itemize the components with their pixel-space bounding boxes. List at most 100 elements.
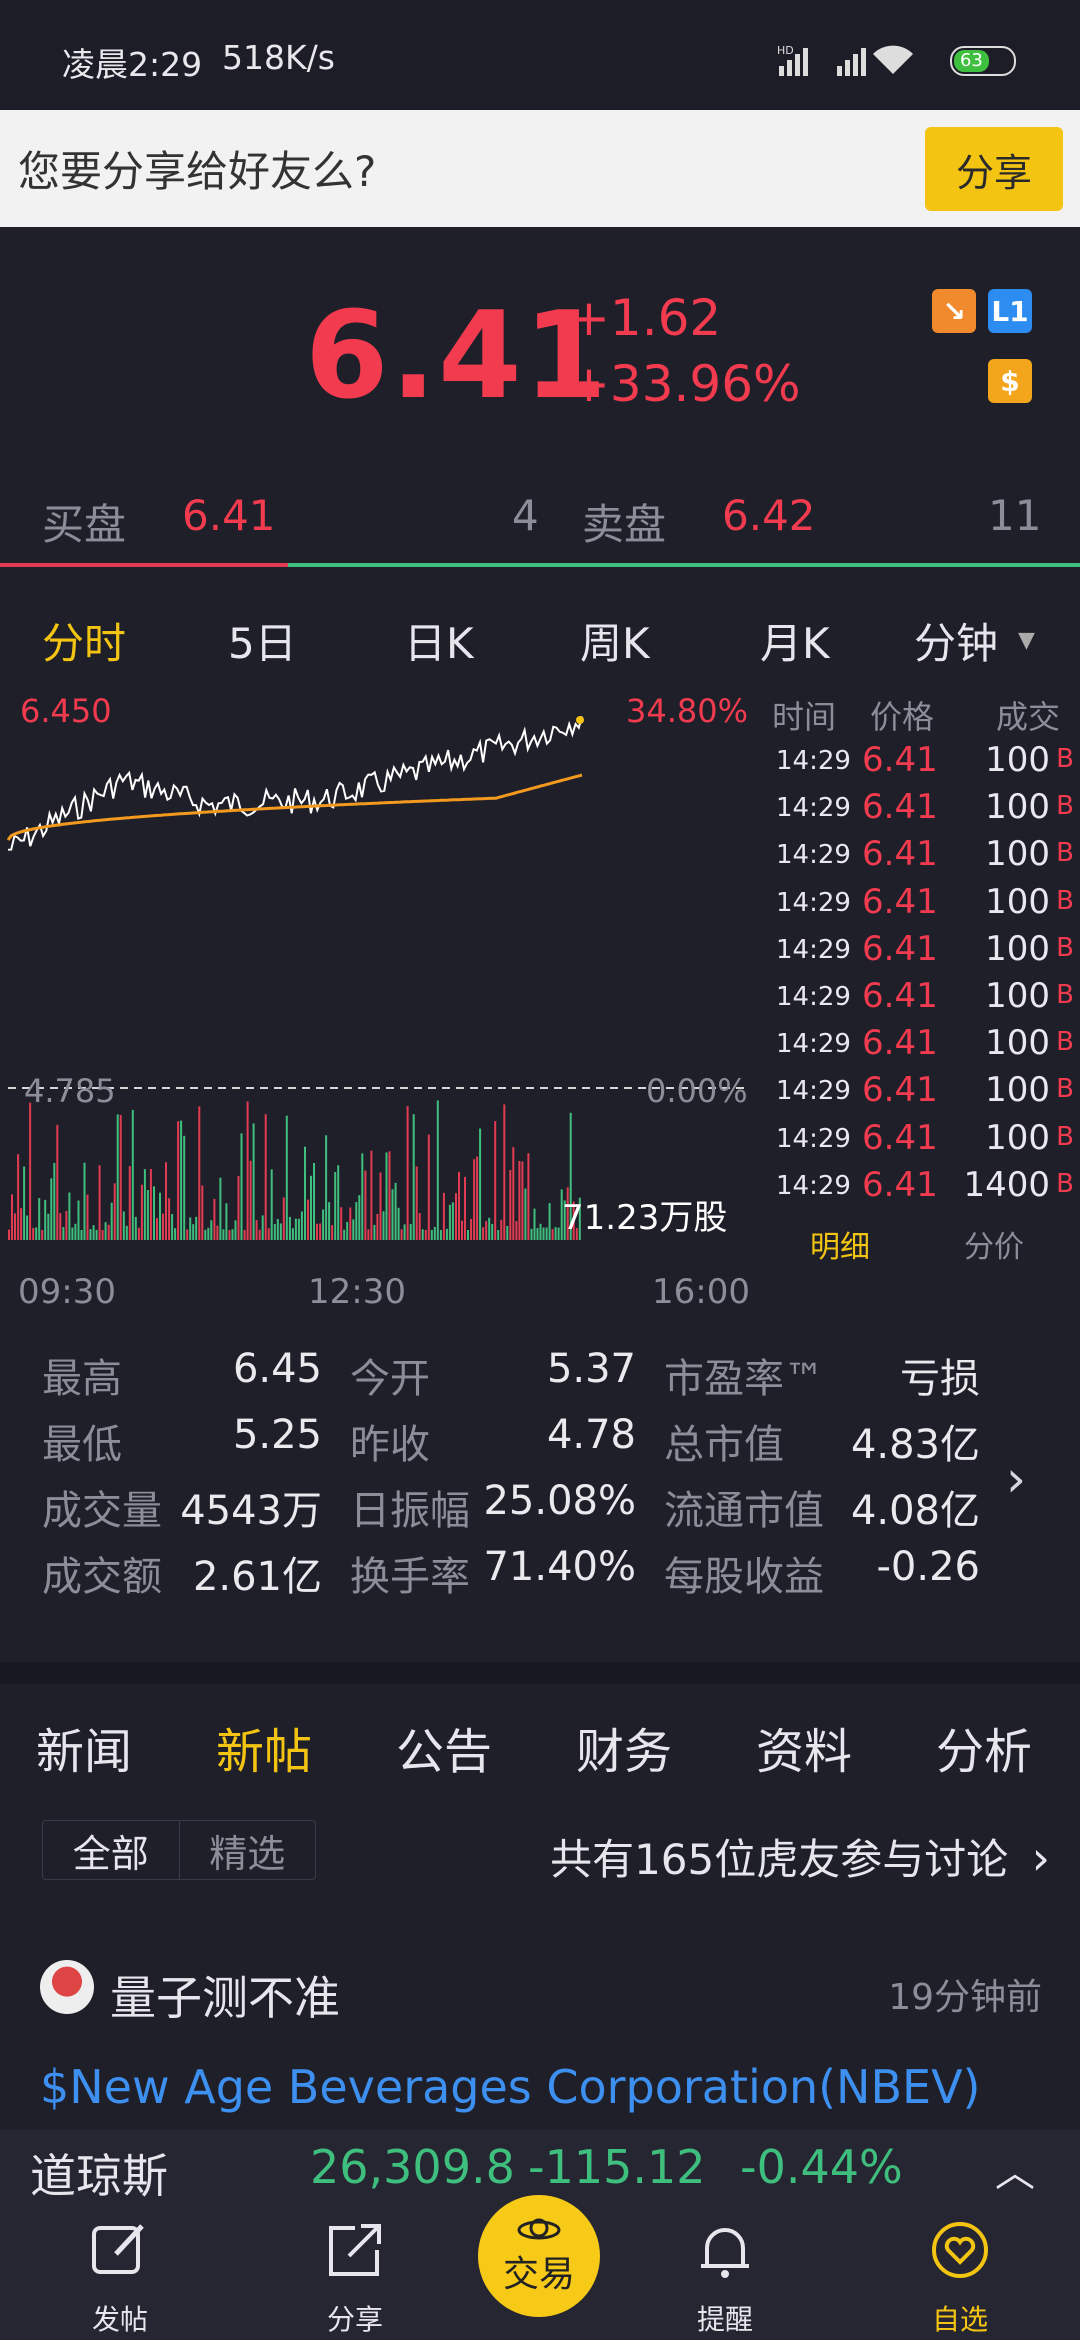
nav-share[interactable]: 分享 (275, 2202, 435, 2340)
volume-bar (171, 1214, 174, 1240)
trade-price: 6.41 (862, 787, 938, 828)
stat-value: 亏损 (900, 1356, 980, 1402)
volume-bar (421, 1229, 424, 1240)
filter-all[interactable]: 全部 (43, 1821, 180, 1879)
bid-ask-bar: 买盘 6.41 4 卖盘 6.42 11 (0, 467, 1080, 567)
tab-news[interactable]: 新闻 (36, 1712, 132, 1782)
volume-bar (41, 1230, 44, 1240)
stat-label: 换手率 (350, 1554, 470, 1600)
volume-bar (451, 1202, 454, 1240)
tab-posts[interactable]: 新帖 (216, 1712, 312, 1782)
trades-header-time: 时间 (772, 698, 837, 736)
trend-down-badge-icon[interactable]: ↘ (932, 289, 976, 333)
tab-profile[interactable]: 资料 (756, 1712, 852, 1782)
trade-row: 14:29 6.41 100 B (760, 783, 1080, 830)
heart-icon (932, 2222, 988, 2278)
tab-minute[interactable]: 分钟 (914, 610, 998, 671)
trade-row: 14:29 6.41 1400 B (760, 1161, 1080, 1208)
chevron-up-icon[interactable]: ︿ (995, 2140, 1035, 2198)
chevron-down-icon[interactable]: ▼ (1018, 628, 1035, 653)
share-bar: 您要分享给好友么? 分享 (0, 110, 1080, 227)
volume-bar (470, 1219, 473, 1240)
volume-bar (448, 1204, 451, 1240)
trade-volume: 100 (985, 1117, 1050, 1158)
chevron-right-icon[interactable]: › (1006, 1450, 1026, 1508)
tab-monthly-k[interactable]: 月K (760, 610, 830, 671)
volume-bar (83, 1162, 86, 1240)
volume-bar (388, 1151, 391, 1240)
tab-price-dist[interactable]: 分价 (964, 1222, 1024, 1266)
tab-announcements[interactable]: 公告 (396, 1712, 492, 1782)
volume-bar (316, 1223, 318, 1240)
nav-post[interactable]: 发帖 (40, 2202, 200, 2340)
volume-bar (358, 1195, 361, 1240)
volume-bar (542, 1227, 545, 1240)
share-out-icon (329, 2224, 381, 2276)
filter-segment: 全部 精选 (42, 1820, 316, 1880)
filter-featured[interactable]: 精选 (180, 1821, 316, 1879)
tab-intraday[interactable]: 分时 (42, 610, 126, 671)
dollar-badge-icon[interactable]: $ (988, 359, 1032, 403)
post-avatar-wrap[interactable] (40, 1960, 94, 2014)
volume-bar (107, 1224, 110, 1240)
volume-bar (282, 1197, 285, 1240)
bid-label: 买盘 (42, 500, 127, 549)
stats-grid[interactable]: 最高 6.45 今开 5.37 市盈率™ 亏损 最低 5.25 昨收 4.78 总市值 4.83亿 成交… (0, 1320, 1080, 1610)
trade-time: 14:29 (776, 840, 851, 871)
volume-bar (536, 1228, 539, 1240)
trade-label: 交易 (502, 2254, 575, 2295)
chart-ref-label: 4.785 (24, 1072, 116, 1110)
tab-5day[interactable]: 5日 (228, 610, 297, 671)
volume-bar (273, 1224, 276, 1240)
volume-bar (415, 1166, 418, 1240)
volume-bar (237, 1176, 240, 1240)
time-axis-end: 16:00 (652, 1272, 750, 1312)
level1-badge[interactable]: L1 (988, 289, 1032, 333)
tab-detail[interactable]: 明细 (810, 1222, 870, 1266)
trade-time: 14:29 (776, 887, 851, 918)
index-ticker[interactable]: 道琼斯 26,309.8 -115.12 -0.44% ︿ (0, 2130, 1080, 2203)
tab-financials[interactable]: 财务 (576, 1712, 672, 1782)
volume-bar (80, 1230, 83, 1240)
volume-bar (464, 1176, 466, 1240)
nav-watchlist[interactable]: 自选 (880, 2202, 1040, 2340)
volume-bar (279, 1223, 282, 1240)
trade-price: 6.41 (862, 1117, 938, 1158)
volume-bar (243, 1230, 246, 1240)
volume-bar (62, 1227, 65, 1240)
volume-bar (403, 1224, 406, 1240)
nav-alert[interactable]: 提醒 (645, 2202, 805, 2340)
price-line (7, 716, 583, 851)
volume-bar (26, 1215, 29, 1240)
volume-bar (53, 1163, 56, 1240)
volume-bar (551, 1229, 554, 1240)
stat-label: 流通市值 (664, 1488, 824, 1534)
volume-bar (59, 1213, 62, 1240)
nav-share-label: 分享 (326, 2303, 383, 2336)
tab-weekly-k[interactable]: 周K (580, 610, 650, 671)
trade-volume: 100 (985, 928, 1050, 969)
tab-analysis[interactable]: 分析 (936, 1712, 1032, 1782)
nav-alert-label: 提醒 (696, 2303, 753, 2336)
volume-bar (391, 1189, 394, 1240)
volume-bar (38, 1198, 41, 1240)
post-username[interactable]: 量子测不准 (110, 1962, 340, 2028)
volume-bar (198, 1106, 201, 1240)
volume-bar (47, 1213, 50, 1240)
tab-daily-k[interactable]: 日K (404, 610, 474, 671)
avatar[interactable] (40, 1960, 94, 2014)
volume-bar (439, 1230, 442, 1240)
trades-header-vol: 成交 (996, 698, 1061, 736)
volume-bar (491, 1223, 494, 1240)
discussion-count[interactable]: 共有165位虎友参与讨论 › (550, 1826, 1050, 1887)
trade-button[interactable]: 交易 (478, 2195, 600, 2317)
volume-bar (328, 1202, 331, 1240)
post-title-link[interactable]: $New Age Beverages Corporation(NBEV) (40, 2060, 981, 2114)
trade-price: 6.41 (862, 881, 938, 922)
share-button[interactable]: 分享 (925, 127, 1063, 211)
stat-label: 日振幅 (350, 1488, 470, 1534)
intraday-chart[interactable]: 6.450 34.80% 4.785 0.00% 71.23万股 09:30 1… (0, 680, 760, 1312)
volume-bar (86, 1194, 89, 1240)
volume-label: 71.23万股 (562, 1198, 728, 1238)
volume-bar (442, 1192, 445, 1240)
